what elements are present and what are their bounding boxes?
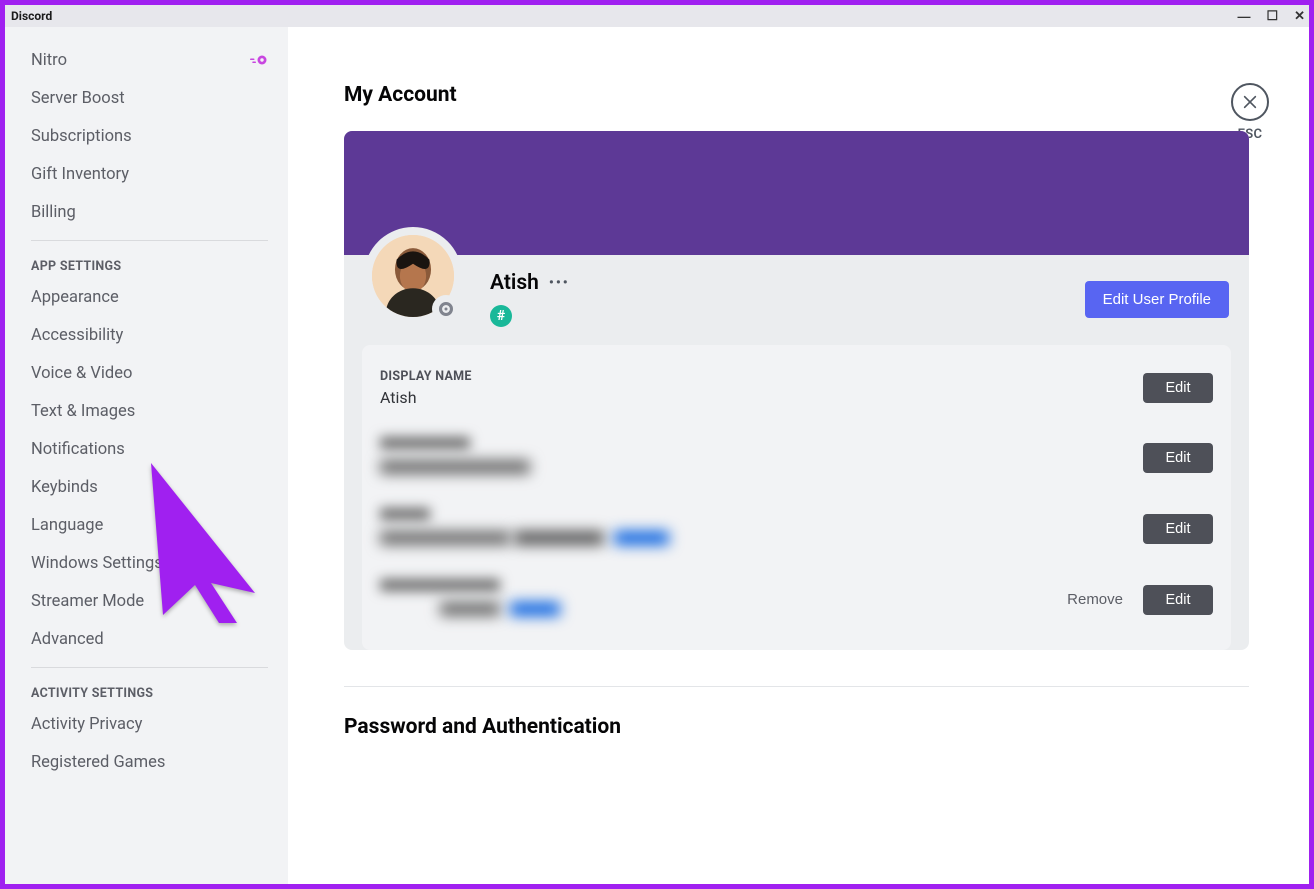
edit-button[interactable]: Edit — [1143, 514, 1213, 544]
profile-banner — [344, 131, 1249, 255]
sidebar-item-advanced[interactable]: Advanced — [21, 622, 278, 657]
edit-button[interactable]: Edit — [1143, 443, 1213, 473]
sidebar-item-text-images[interactable]: Text & Images — [21, 394, 278, 429]
main-content: ESC My Account — [288, 27, 1309, 884]
sidebar-item-voice-video[interactable]: Voice & Video — [21, 356, 278, 391]
sidebar-item-nitro[interactable]: Nitro — [21, 43, 278, 78]
sidebar-item-subscriptions[interactable]: Subscriptions — [21, 119, 278, 154]
sidebar-item-language[interactable]: Language — [21, 508, 278, 543]
sidebar-divider — [31, 667, 268, 668]
section-divider — [344, 686, 1249, 687]
account-fields-panel: DISPLAY NAME Atish Edit — [362, 345, 1231, 650]
redacted-label — [380, 579, 500, 591]
redacted-link — [614, 531, 669, 545]
sidebar-item-billing[interactable]: Billing — [21, 195, 278, 230]
status-indicator — [432, 295, 460, 323]
sidebar-item-windows-settings[interactable]: Windows Settings — [21, 546, 278, 581]
redacted-value — [440, 602, 500, 616]
profile-username: Atish — [490, 271, 539, 295]
redacted-link — [510, 602, 560, 616]
field-row-redacted: Edit — [380, 502, 1213, 573]
window-titlebar: Discord — ☐ ✕ — [5, 5, 1309, 27]
sidebar-header-activity-settings: ACTIVITY SETTINGS — [21, 672, 278, 707]
sidebar-item-server-boost[interactable]: Server Boost — [21, 81, 278, 116]
redacted-value — [380, 460, 530, 474]
field-row-redacted: Edit — [380, 431, 1213, 502]
redacted-label — [380, 508, 430, 520]
window-maximize-icon[interactable]: ☐ — [1266, 8, 1278, 24]
sidebar-item-activity-privacy[interactable]: Activity Privacy — [21, 707, 278, 742]
hash-badge-icon: # — [490, 305, 512, 327]
settings-sidebar: Nitro Server Boost Subscriptions Gift In… — [5, 27, 288, 884]
sidebar-item-notifications[interactable]: Notifications — [21, 432, 278, 467]
sidebar-item-accessibility[interactable]: Accessibility — [21, 318, 278, 353]
sidebar-item-keybinds[interactable]: Keybinds — [21, 470, 278, 505]
display-name-label: DISPLAY NAME — [380, 369, 1143, 384]
window-close-icon[interactable]: ✕ — [1294, 8, 1305, 24]
password-auth-title: Password and Authentication — [344, 715, 1249, 739]
sidebar-item-registered-games[interactable]: Registered Games — [21, 745, 278, 780]
sidebar-item-gift-inventory[interactable]: Gift Inventory — [21, 157, 278, 192]
nitro-badge-icon — [250, 54, 268, 68]
redacted-label — [380, 437, 470, 449]
edit-button[interactable]: Edit — [1143, 585, 1213, 615]
sidebar-header-app-settings: APP SETTINGS — [21, 245, 278, 280]
edit-display-name-button[interactable]: Edit — [1143, 373, 1213, 403]
page-title: My Account — [344, 83, 1249, 107]
display-name-value: Atish — [380, 388, 1143, 407]
redacted-value — [380, 531, 510, 545]
field-display-name: DISPLAY NAME Atish Edit — [380, 363, 1213, 431]
sidebar-item-appearance[interactable]: Appearance — [21, 280, 278, 315]
remove-button[interactable]: Remove — [1053, 584, 1137, 615]
field-row-redacted: Remove Edit — [380, 573, 1213, 644]
sidebar-item-streamer-mode[interactable]: Streamer Mode — [21, 584, 278, 619]
app-title: Discord — [11, 9, 52, 23]
profile-card: Atish ••• # Edit User Profile DISPLAY NA… — [344, 131, 1249, 650]
edit-user-profile-button[interactable]: Edit User Profile — [1085, 281, 1229, 318]
window-minimize-icon[interactable]: — — [1237, 9, 1250, 24]
more-icon[interactable]: ••• — [549, 275, 570, 291]
sidebar-divider — [31, 240, 268, 241]
